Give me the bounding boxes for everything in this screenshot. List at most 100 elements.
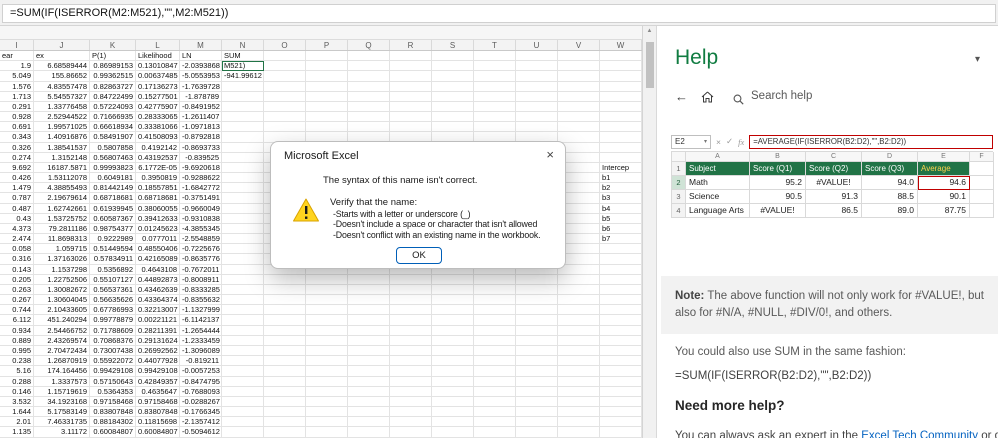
cell[interactable] <box>558 132 600 143</box>
cell[interactable] <box>390 427 432 438</box>
cell[interactable] <box>264 295 306 306</box>
cell[interactable] <box>558 386 600 397</box>
cell[interactable]: -1.6842772 <box>180 183 222 194</box>
cell[interactable] <box>264 305 306 316</box>
cell[interactable]: 0.33381066 <box>136 122 180 133</box>
cell[interactable]: 4.373 <box>0 223 34 235</box>
cell[interactable]: 1.9 <box>0 61 34 72</box>
cell[interactable]: 0.316 <box>0 254 34 265</box>
cell[interactable]: 0.68718681 <box>90 193 136 204</box>
cell[interactable] <box>348 71 390 82</box>
cell[interactable] <box>348 407 390 418</box>
cell[interactable]: 1.99571025 <box>34 122 90 133</box>
cell[interactable] <box>222 254 264 265</box>
cell[interactable]: -1.2611407 <box>180 112 222 123</box>
cell[interactable]: 1.1537298 <box>34 264 90 275</box>
cell[interactable] <box>474 71 516 82</box>
cell[interactable]: 0.146 <box>0 386 34 397</box>
cell[interactable] <box>432 91 474 102</box>
column-header-W[interactable]: W <box>600 40 642 50</box>
cell[interactable] <box>264 417 306 428</box>
cell[interactable] <box>516 386 558 397</box>
cell[interactable]: 174.164456 <box>34 366 90 377</box>
cell[interactable] <box>432 417 474 428</box>
cell[interactable] <box>306 427 348 438</box>
cell[interactable] <box>474 356 516 367</box>
cell[interactable] <box>264 345 306 357</box>
cell[interactable] <box>306 51 348 62</box>
cell[interactable]: 0.55922072 <box>90 356 136 367</box>
cell[interactable]: 0.71788609 <box>90 325 136 336</box>
cell[interactable] <box>264 51 306 62</box>
cell[interactable] <box>558 325 600 336</box>
cell[interactable]: 1.33776458 <box>34 101 90 113</box>
cell[interactable] <box>558 112 600 123</box>
cell[interactable] <box>306 376 348 387</box>
cell[interactable] <box>390 101 432 113</box>
cell[interactable] <box>516 91 558 102</box>
cell[interactable]: 2.54466752 <box>34 325 90 336</box>
cell[interactable]: b1 <box>600 173 642 184</box>
cell[interactable]: ear <box>0 51 34 62</box>
cell[interactable] <box>390 61 432 72</box>
ok-button[interactable]: OK <box>396 247 442 264</box>
cell[interactable]: 0.288 <box>0 376 34 387</box>
cell[interactable] <box>306 122 348 133</box>
cell[interactable]: 0.6049181 <box>90 173 136 184</box>
cell[interactable] <box>558 305 600 316</box>
cell[interactable]: 9.692 <box>0 162 34 174</box>
cell[interactable]: 0.143 <box>0 264 34 275</box>
cell[interactable] <box>222 162 264 174</box>
cell[interactable]: 6.68589444 <box>34 61 90 72</box>
cell[interactable]: 2.19679614 <box>34 193 90 204</box>
cell[interactable] <box>264 386 306 397</box>
cell[interactable]: 0.889 <box>0 335 34 346</box>
cell[interactable]: 1.37163026 <box>34 254 90 265</box>
cell[interactable] <box>474 315 516 326</box>
cell[interactable] <box>516 274 558 285</box>
cell[interactable] <box>390 112 432 123</box>
cell[interactable]: 155.86652 <box>34 71 90 82</box>
cell[interactable]: 0.73007438 <box>90 345 136 357</box>
cell[interactable]: 5.049 <box>0 71 34 82</box>
home-icon[interactable] <box>701 90 714 108</box>
cell[interactable] <box>348 274 390 285</box>
cell[interactable]: 0.5356892 <box>90 264 136 275</box>
cell[interactable] <box>558 427 600 438</box>
cell[interactable] <box>474 112 516 123</box>
cell[interactable] <box>264 61 306 72</box>
cell[interactable]: 7.46331735 <box>34 417 90 428</box>
cell[interactable] <box>390 295 432 306</box>
cell[interactable] <box>222 407 264 418</box>
cell[interactable] <box>222 356 264 367</box>
cell[interactable] <box>516 427 558 438</box>
cell[interactable] <box>516 71 558 82</box>
cell[interactable] <box>516 356 558 367</box>
cell[interactable] <box>264 366 306 377</box>
cell[interactable] <box>348 91 390 102</box>
cell[interactable] <box>600 366 642 377</box>
vertical-scrollbar[interactable]: ▲ <box>642 26 656 438</box>
cell[interactable] <box>348 101 390 113</box>
cell[interactable] <box>222 335 264 346</box>
cell[interactable] <box>516 295 558 306</box>
cell[interactable] <box>600 427 642 438</box>
cell[interactable] <box>390 305 432 316</box>
cell[interactable]: 0.61939945 <box>90 203 136 214</box>
cell[interactable]: 0.83807848 <box>90 407 136 418</box>
cell[interactable] <box>558 264 600 275</box>
cell[interactable] <box>390 376 432 387</box>
cell[interactable]: 0.84722499 <box>90 91 136 102</box>
cell[interactable]: 1.135 <box>0 427 34 438</box>
cell[interactable]: -2.0393868 <box>180 61 222 72</box>
cell[interactable] <box>222 193 264 204</box>
cell[interactable]: 0.691 <box>0 122 34 133</box>
cell[interactable] <box>516 284 558 296</box>
cell[interactable]: 0.42775907 <box>136 101 180 113</box>
cell[interactable] <box>348 122 390 133</box>
cell[interactable] <box>264 407 306 418</box>
cell[interactable]: 0.5364353 <box>90 386 136 397</box>
cell[interactable] <box>600 61 642 72</box>
cell[interactable] <box>516 112 558 123</box>
cell[interactable]: P(1) <box>90 51 136 62</box>
